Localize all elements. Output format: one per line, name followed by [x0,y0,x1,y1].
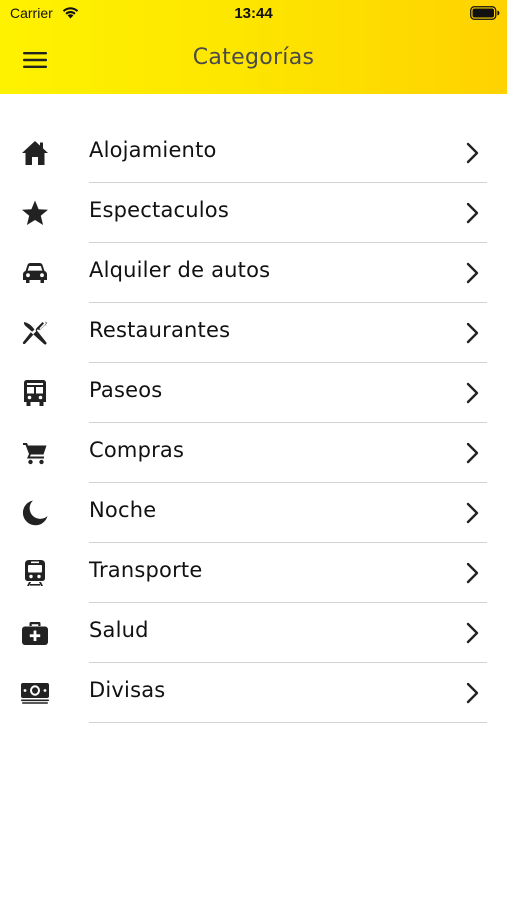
page-title: Categorías [192,45,315,70]
chevron-right-icon [466,262,479,284]
category-list: Alojamiento Espectaculos Alquiler de aut… [0,123,507,723]
medical-kit-icon [20,618,50,648]
chevron-right-icon [466,442,479,464]
category-label: Restaurantes [89,318,231,342]
category-item-alquiler-de-autos[interactable]: Alquiler de autos [0,243,507,303]
category-label: Alojamiento [89,138,217,162]
category-label: Compras [89,438,185,462]
category-label: Espectaculos [89,198,229,222]
status-time: 13:44 [234,5,273,22]
chevron-right-icon [466,562,479,584]
category-item-transporte[interactable]: Transporte [0,543,507,603]
category-label: Transporte [89,558,203,582]
money-icon [20,678,50,708]
app-header: Carrier 13:44 Categorías [0,0,507,94]
category-item-espectaculos[interactable]: Espectaculos [0,183,507,243]
divider [89,722,487,723]
category-label: Alquiler de autos [89,258,271,282]
category-item-noche[interactable]: Noche [0,483,507,543]
category-item-compras[interactable]: Compras [0,423,507,483]
status-bar: Carrier 13:44 [0,0,507,28]
chevron-right-icon [466,322,479,344]
category-item-salud[interactable]: Salud [0,603,507,663]
category-label: Salud [89,618,149,642]
train-icon [20,558,50,588]
category-label: Paseos [89,378,163,402]
category-label: Divisas [89,678,166,702]
category-item-restaurantes[interactable]: Restaurantes [0,303,507,363]
chevron-right-icon [466,622,479,644]
category-item-alojamiento[interactable]: Alojamiento [0,123,507,183]
category-label: Noche [89,498,157,522]
chevron-right-icon [466,682,479,704]
star-icon [20,198,50,228]
car-icon [20,258,50,288]
chevron-right-icon [466,142,479,164]
chevron-right-icon [466,202,479,224]
moon-icon [20,498,50,528]
chevron-right-icon [466,382,479,404]
category-item-divisas[interactable]: Divisas [0,663,507,723]
bus-icon [20,378,50,408]
utensils-icon [20,318,50,348]
chevron-right-icon [466,502,479,524]
cart-icon [20,438,50,468]
category-item-paseos[interactable]: Paseos [0,363,507,423]
home-icon [20,138,50,168]
battery-icon [470,6,500,20]
